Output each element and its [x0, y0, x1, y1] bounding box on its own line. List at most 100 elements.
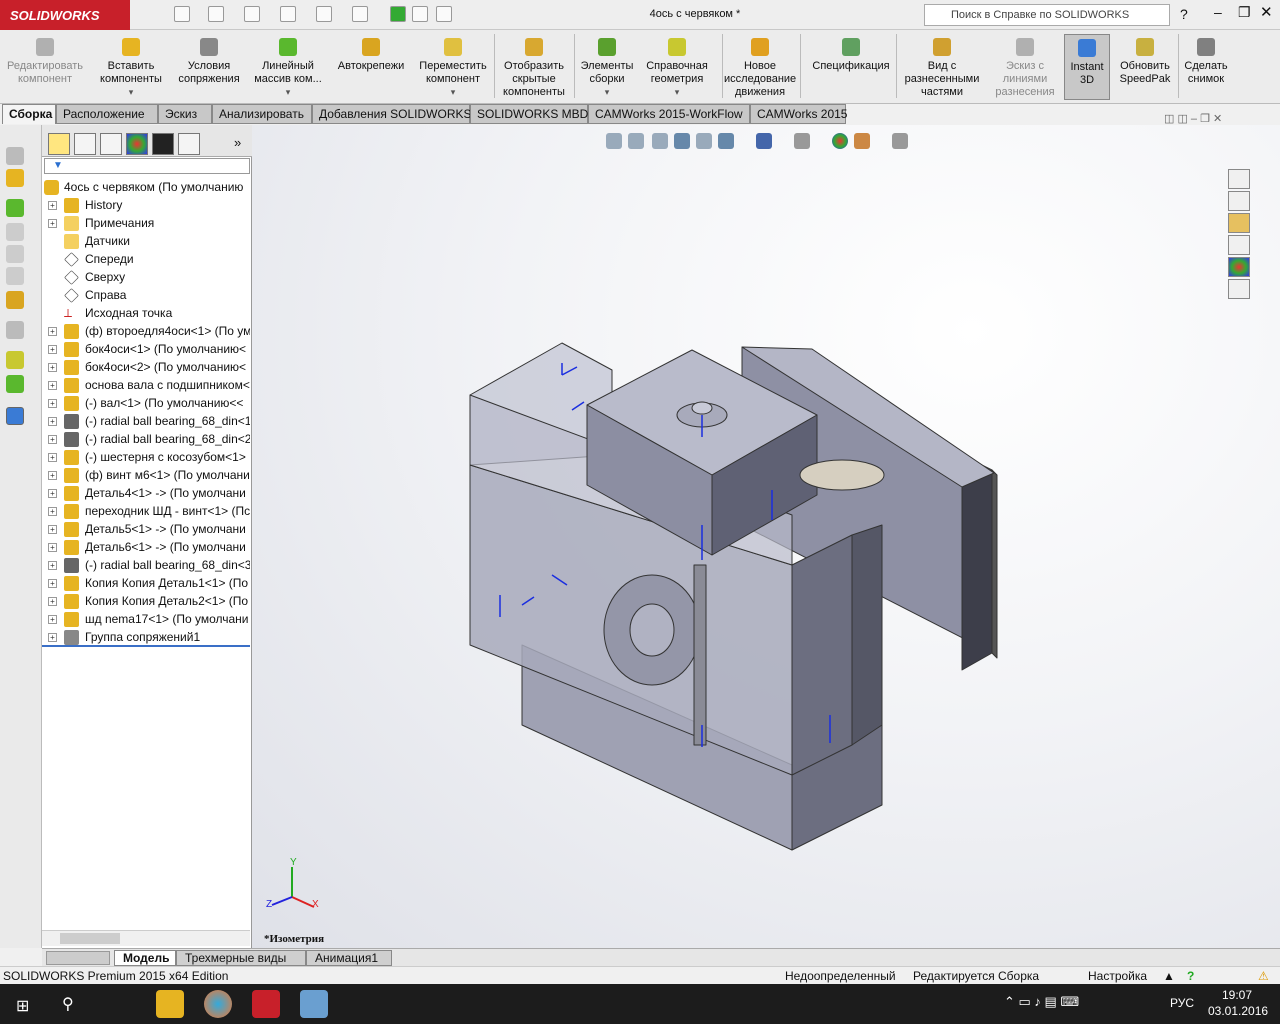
ribbon-button[interactable]: Сделать снимок: [1180, 34, 1232, 100]
ribbon-button[interactable]: Вставить компоненты ▾: [92, 34, 170, 100]
expand-icon[interactable]: +: [48, 219, 57, 228]
ribbon-button[interactable]: Новое исследование движения: [724, 34, 796, 100]
units-menu[interactable]: Настройка: [1088, 969, 1147, 983]
tree-item[interactable]: + (-) шестерня с косозубом<1>: [42, 449, 250, 467]
tree-item[interactable]: + Примечания: [42, 215, 250, 233]
appearances-tab-icon[interactable]: [1228, 257, 1250, 277]
maximize-button[interactable]: ❐: [1238, 4, 1251, 21]
ribbon-button[interactable]: Отобразить скрытые компоненты: [496, 34, 572, 100]
bottom-tab-0[interactable]: Модель: [114, 950, 176, 966]
ribbon-button[interactable]: Элементы сборки ▾: [576, 34, 638, 100]
tree-item[interactable]: + (ф) второедля4оси<1> (По ум: [42, 323, 250, 341]
tab-2[interactable]: Эскиз: [158, 104, 212, 124]
firefox-icon[interactable]: [204, 990, 232, 1018]
rollback-bar[interactable]: [42, 645, 250, 647]
tree-item[interactable]: + Деталь5<1> -> (По умолчани: [42, 521, 250, 539]
undo-icon[interactable]: [316, 6, 332, 22]
windows-start-icon[interactable]: ⊞: [16, 996, 29, 1016]
file-explorer-icon[interactable]: [156, 990, 184, 1018]
expand-icon[interactable]: +: [48, 543, 57, 552]
tree-item[interactable]: + Деталь6<1> -> (По умолчани: [42, 539, 250, 557]
ribbon-button[interactable]: Обновить SpeedPak: [1114, 34, 1176, 100]
custom-properties-tab-icon[interactable]: [1228, 279, 1250, 299]
more-tabs-icon[interactable]: »: [234, 135, 241, 150]
close-button[interactable]: ✕: [1260, 3, 1273, 21]
paint-icon[interactable]: [300, 990, 328, 1018]
tree-horizontal-scrollbar[interactable]: [42, 930, 250, 946]
tree-item[interactable]: Сверху: [42, 269, 250, 287]
tree-item[interactable]: + бок4оси<1> (По умолчанию<: [42, 341, 250, 359]
solidworks-taskbar-icon[interactable]: [252, 990, 280, 1018]
toolbar-icon[interactable]: [6, 223, 24, 241]
tree-item[interactable]: + (-) radial ball bearing_68_din<2:: [42, 431, 250, 449]
tree-item[interactable]: + шд nema17<1> (По умолчани: [42, 611, 250, 629]
tab-7[interactable]: CAMWorks 2015: [750, 104, 847, 124]
tab-scroll-buttons[interactable]: [46, 951, 110, 965]
help-icon[interactable]: ?: [1180, 6, 1188, 22]
toolbar-icon[interactable]: [6, 147, 24, 165]
minimize-button[interactable]: ‒: [1214, 4, 1222, 20]
tree-item[interactable]: + (-) radial ball bearing_68_din<3:: [42, 557, 250, 575]
feature-manager-tab[interactable]: [48, 133, 70, 155]
tree-item[interactable]: Спереди: [42, 251, 250, 269]
ribbon-button[interactable]: Спецификация: [806, 34, 896, 100]
tree-filter-input[interactable]: ▼: [44, 158, 250, 174]
tree-root[interactable]: 4ось с червяком (По умолчанию: [42, 179, 250, 197]
tab-6[interactable]: CAMWorks 2015-WorkFlow: [588, 104, 750, 124]
toolbar-icon[interactable]: [6, 321, 24, 339]
expand-icon[interactable]: +: [48, 597, 57, 606]
tab-5[interactable]: SOLIDWORKS MBD: [470, 104, 588, 124]
expand-icon[interactable]: +: [48, 345, 57, 354]
options-icon[interactable]: [436, 6, 452, 22]
tab-1[interactable]: Расположение: [56, 104, 158, 124]
toolbar-icon[interactable]: [6, 169, 24, 187]
expand-icon[interactable]: +: [48, 399, 57, 408]
ribbon-button[interactable]: Instant 3D: [1064, 34, 1110, 100]
help-search-input[interactable]: Поиск в Справке по SOLIDWORKS: [924, 4, 1170, 26]
help-icon[interactable]: ?: [1187, 969, 1194, 983]
tab-0[interactable]: Сборка: [2, 104, 56, 124]
units-up-icon[interactable]: ▲: [1163, 969, 1175, 983]
ribbon-button[interactable]: Вид с разнесенными частями: [900, 34, 984, 100]
tree-item[interactable]: + (-) radial ball bearing_68_din<1:: [42, 413, 250, 431]
dropdown-arrow-icon[interactable]: ▾: [640, 86, 714, 99]
bottom-tab-1[interactable]: Трехмерные виды: [176, 950, 306, 966]
expand-icon[interactable]: +: [48, 471, 57, 480]
clock-date[interactable]: 03.01.2016: [1208, 1004, 1268, 1018]
tree-item[interactable]: ⟂ Исходная точка: [42, 305, 250, 323]
ribbon-button[interactable]: Линейный массив ком... ▾: [250, 34, 326, 100]
camworks-tool-tab[interactable]: [178, 133, 200, 155]
ribbon-button[interactable]: Переместить компонент ▾: [414, 34, 492, 100]
ribbon-button[interactable]: Автокрепежи: [330, 34, 412, 100]
expand-icon[interactable]: +: [48, 507, 57, 516]
toolbar-icon[interactable]: [6, 245, 24, 263]
expand-icon[interactable]: +: [48, 525, 57, 534]
dropdown-arrow-icon[interactable]: ▾: [576, 86, 638, 99]
tree-item[interactable]: + основа вала с подшипником<: [42, 377, 250, 395]
configuration-manager-tab[interactable]: [100, 133, 122, 155]
expand-icon[interactable]: +: [48, 435, 57, 444]
expand-icon[interactable]: +: [48, 201, 57, 210]
toolbar-icon[interactable]: [6, 291, 24, 309]
tree-item[interactable]: + бок4оси<2> (По умолчанию<: [42, 359, 250, 377]
expand-icon[interactable]: +: [48, 561, 57, 570]
search-icon[interactable]: ⚲: [62, 994, 74, 1014]
tray-icons[interactable]: ⌃ ▭ ♪ ▤ ⌨: [1004, 994, 1079, 1010]
expand-icon[interactable]: +: [48, 363, 57, 372]
tree-item[interactable]: + Копия Копия Деталь2<1> (По: [42, 593, 250, 611]
ribbon-button[interactable]: Эскиз с линиями разнесения: [988, 34, 1062, 100]
solidworks-logo[interactable]: SOLIDWORKS: [0, 0, 130, 30]
scrollbar-thumb[interactable]: [60, 933, 120, 944]
clock-time[interactable]: 19:07: [1222, 988, 1252, 1002]
expand-icon[interactable]: +: [48, 579, 57, 588]
new-file-icon[interactable]: [174, 6, 190, 22]
select-icon[interactable]: [352, 6, 368, 22]
resources-tab-icon[interactable]: [1228, 169, 1250, 189]
expand-icon[interactable]: +: [48, 489, 57, 498]
print-icon[interactable]: [280, 6, 296, 22]
file-properties-icon[interactable]: [412, 6, 428, 22]
expand-icon[interactable]: +: [48, 417, 57, 426]
tab-3[interactable]: Анализировать: [212, 104, 312, 124]
expand-icon[interactable]: +: [48, 327, 57, 336]
expand-icon[interactable]: +: [48, 633, 57, 642]
